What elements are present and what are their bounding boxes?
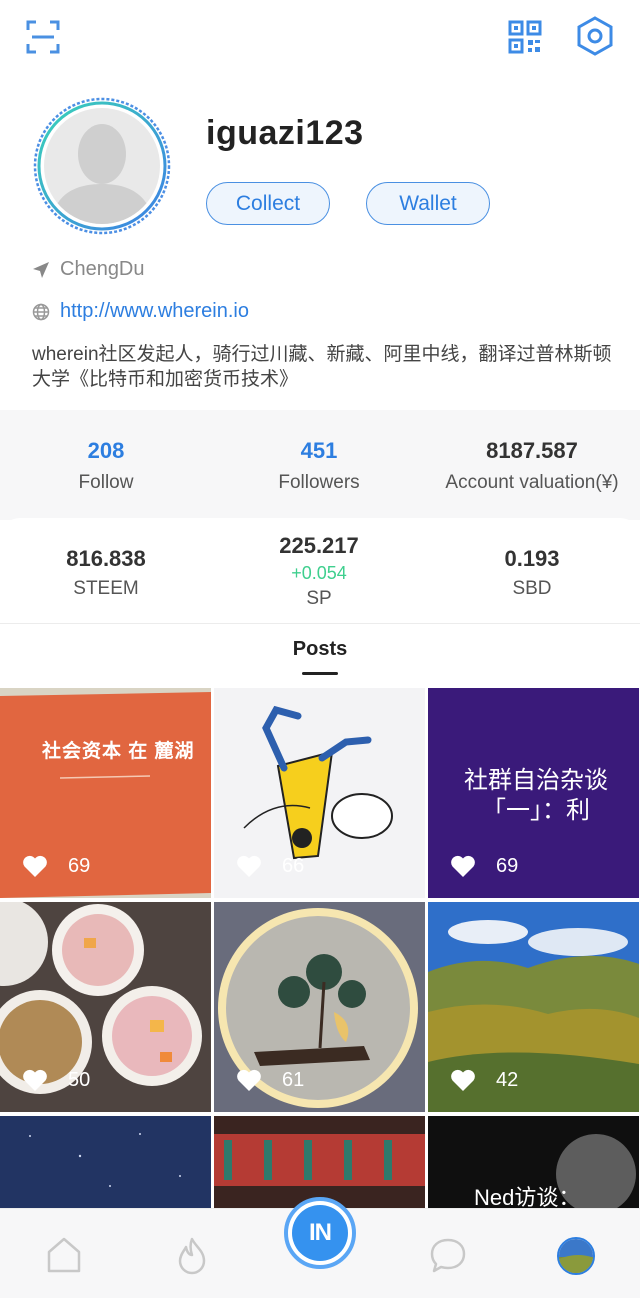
post-tile[interactable]: 61 (214, 902, 425, 1112)
post-tile[interactable]: 42 (428, 902, 639, 1112)
heart-icon (237, 855, 261, 877)
sbd-value: 0.193 (504, 546, 560, 571)
sp-label: SP (306, 588, 332, 609)
post-likes: 61 (236, 1068, 304, 1092)
follow-label: Follow (78, 472, 134, 493)
post-likes-count: 69 (496, 854, 519, 877)
scan-icon[interactable] (26, 20, 60, 54)
settings-hexagon-icon[interactable] (576, 16, 614, 56)
location-row: ChengDu (32, 258, 145, 281)
location-text: ChengDu (60, 258, 145, 280)
qr-code-icon[interactable] (508, 20, 542, 54)
followers-count: 451 (300, 438, 338, 463)
publish-button[interactable]: IN (284, 1197, 356, 1269)
flame-icon[interactable] (172, 1235, 212, 1275)
post-tile[interactable] (214, 1116, 425, 1208)
heart-icon (23, 1069, 47, 1091)
bio: wherein社区发起人，骑行过川藏、新藏、阿里中线，翻译过普林斯顿大学《比特币… (32, 344, 612, 390)
website-row[interactable]: http://www.wherein.io (32, 300, 249, 323)
collect-button[interactable]: Collect (206, 182, 330, 225)
followers-stat[interactable]: 451 Followers (259, 438, 379, 494)
heart-icon (451, 855, 475, 877)
heart-icon (451, 1069, 475, 1091)
post-caption: 社群自治杂谈「一」：利 (464, 767, 608, 824)
top-bar (0, 0, 640, 80)
website-link[interactable]: http://www.wherein.io (60, 300, 249, 323)
username: iguazi123 (206, 114, 364, 152)
post-likes-count: 42 (496, 1068, 519, 1091)
bottom-nav: IN (0, 1197, 640, 1298)
valuation-label: Account valuation(¥) (445, 472, 619, 493)
sp-delta: +0.054 (291, 563, 347, 583)
post-likes-count: 61 (282, 1068, 305, 1091)
post-tile[interactable]: 66 (214, 688, 425, 898)
post-tile[interactable] (0, 1116, 211, 1208)
post-caption: Ned访谈： (474, 1185, 581, 1208)
wherein-logo: IN (292, 1205, 348, 1261)
steem-value: 816.838 (66, 546, 146, 571)
globe-icon (32, 303, 50, 320)
sp-stat: 225.217 +0.054 SP (259, 533, 379, 610)
heart-icon (23, 855, 47, 877)
followers-label: Followers (278, 472, 360, 493)
post-tile[interactable]: 社群自治杂谈「一」：利 69 (428, 688, 639, 898)
post-likes: 66 (236, 854, 304, 878)
post-tile[interactable]: 社会资本 在 麓湖 69 (0, 688, 211, 898)
avatar[interactable] (32, 96, 172, 236)
sbd-label: SBD (512, 578, 552, 599)
sbd-stat: 0.193 SBD (472, 546, 592, 600)
post-likes-count: 69 (68, 854, 91, 877)
post-tile[interactable]: 50 (0, 902, 211, 1112)
post-likes-count: 66 (282, 854, 305, 877)
post-likes: 50 (22, 1068, 90, 1092)
location-arrow-icon (33, 261, 49, 278)
profile-tab-avatar[interactable] (557, 1237, 595, 1275)
tab-posts[interactable]: Posts (0, 638, 640, 661)
post-caption: 社会资本 在 麓湖 (42, 741, 195, 762)
wallet-button[interactable]: Wallet (366, 182, 490, 225)
heart-icon (237, 1069, 261, 1091)
steem-label: STEEM (73, 578, 139, 599)
valuation-value: 8187.587 (486, 438, 578, 463)
post-likes: 69 (22, 854, 90, 878)
post-likes: 42 (450, 1068, 518, 1092)
post-tile[interactable]: Ned访谈： (428, 1116, 639, 1208)
follow-count: 208 (87, 438, 125, 463)
valuation-stat: 8187.587 Account valuation(¥) (430, 438, 634, 494)
follow-stat[interactable]: 208 Follow (46, 438, 166, 494)
chat-icon[interactable] (428, 1235, 468, 1275)
home-icon[interactable] (44, 1235, 84, 1275)
steem-stat: 816.838 STEEM (46, 546, 166, 600)
wallet-summary: 816.838 STEEM 225.217 +0.054 SP 0.193 SB… (0, 518, 640, 624)
post-likes: 69 (450, 854, 518, 878)
post-likes-count: 50 (68, 1068, 91, 1091)
tab-underline (302, 672, 338, 675)
sp-value: 225.217 (279, 533, 359, 558)
